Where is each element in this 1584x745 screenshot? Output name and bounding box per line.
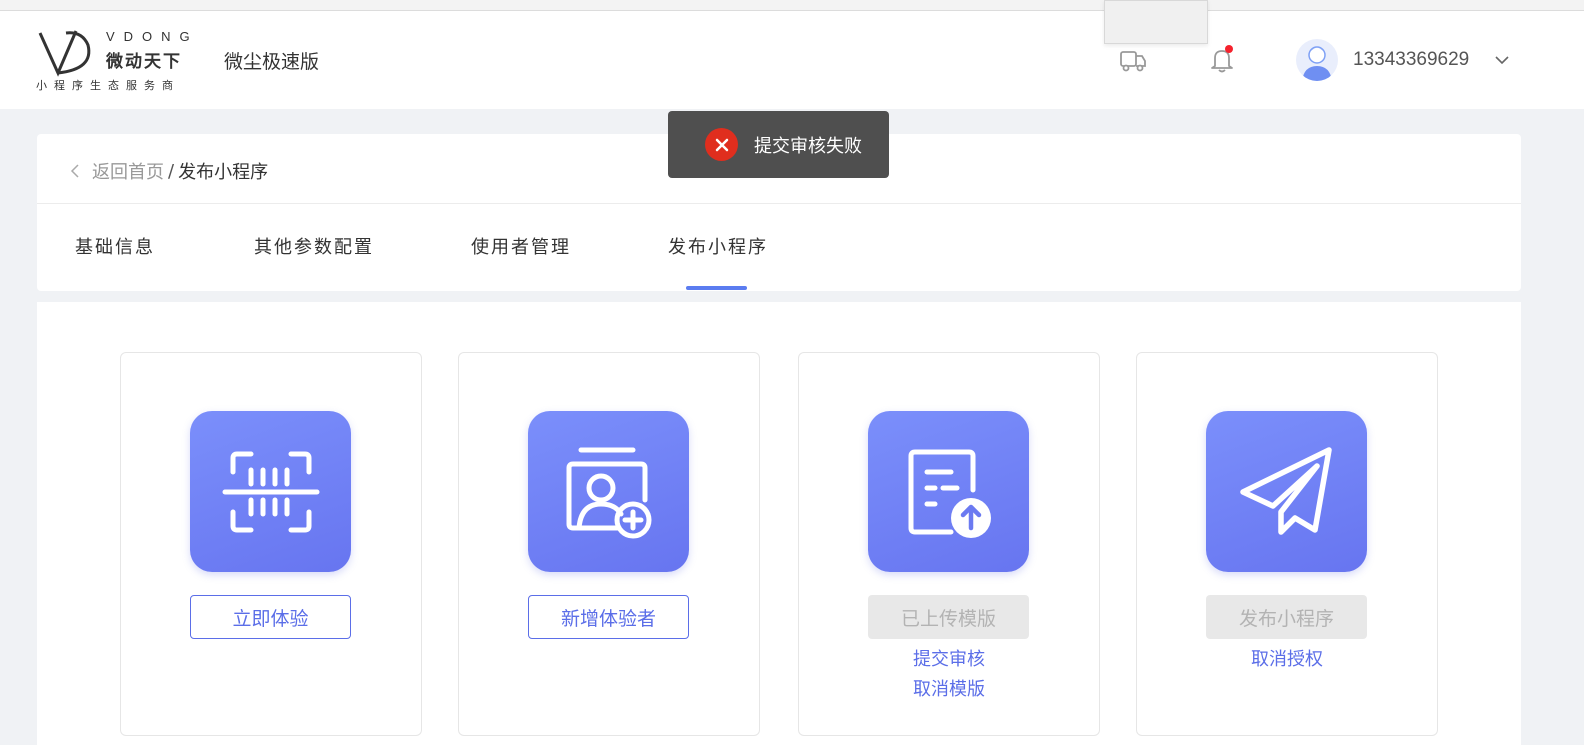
step-icon-tile bbox=[1206, 411, 1367, 572]
upload-document-icon bbox=[908, 449, 991, 538]
step-icon-tile bbox=[868, 411, 1029, 572]
step-card-template: 已上传模版 提交审核 取消模版 bbox=[798, 352, 1100, 736]
breadcrumb-current: 发布小程序 bbox=[178, 162, 269, 183]
step-card-add-tester: 新增体验者 bbox=[458, 352, 760, 736]
delivery-truck-icon[interactable] bbox=[1118, 45, 1148, 75]
cancel-template-link[interactable]: 取消模版 bbox=[799, 675, 1099, 701]
publish-miniprogram-button: 发布小程序 bbox=[1206, 595, 1367, 639]
browser-top-strip bbox=[0, 0, 1584, 11]
chevron-down-icon[interactable] bbox=[1494, 53, 1510, 67]
step-icon-tile bbox=[190, 411, 351, 572]
template-uploaded-button: 已上传模版 bbox=[868, 595, 1029, 639]
logo-tagline-text: 小程序生态服务商 bbox=[36, 79, 180, 92]
user-avatar-icon bbox=[1302, 46, 1332, 81]
vdong-logo[interactable]: VDONG 微动天下 小程序生态服务商 bbox=[36, 27, 196, 93]
tab-user-management[interactable]: 使用者管理 bbox=[471, 233, 571, 259]
toast-message: 提交审核失败 bbox=[754, 135, 862, 157]
step-icon-tile bbox=[528, 411, 689, 572]
step-card-experience: 立即体验 bbox=[120, 352, 422, 736]
tab-publish-miniprogram[interactable]: 发布小程序 bbox=[668, 233, 768, 259]
add-user-icon bbox=[566, 447, 651, 538]
experience-now-button[interactable]: 立即体验 bbox=[190, 595, 351, 639]
notification-bell-icon[interactable] bbox=[1207, 45, 1237, 75]
add-tester-button[interactable]: 新增体验者 bbox=[528, 595, 689, 639]
close-icon bbox=[715, 138, 728, 151]
step-card-publish: 发布小程序 取消授权 bbox=[1136, 352, 1438, 736]
error-circle-icon bbox=[705, 128, 738, 161]
logo-brand-text: 微动天下 bbox=[106, 52, 182, 72]
username[interactable]: 13343369629 bbox=[1353, 49, 1469, 71]
dropdown-popup bbox=[1104, 0, 1208, 44]
active-tab-indicator bbox=[686, 286, 747, 290]
tab-basic-info[interactable]: 基础信息 bbox=[75, 233, 155, 259]
top-header: VDONG 微动天下 小程序生态服务商 微尘极速版 13343369629 bbox=[0, 11, 1584, 109]
breadcrumb-separator: / bbox=[168, 160, 175, 182]
divider bbox=[37, 203, 1521, 204]
chevron-left-icon[interactable] bbox=[68, 163, 82, 179]
cancel-authorization-link[interactable]: 取消授权 bbox=[1137, 645, 1437, 671]
submit-review-link[interactable]: 提交审核 bbox=[799, 645, 1099, 671]
send-plane-icon bbox=[1239, 446, 1332, 535]
error-toast: 提交审核失败 bbox=[668, 111, 889, 178]
avatar[interactable] bbox=[1296, 39, 1338, 81]
breadcrumb-home-link[interactable]: 返回首页 bbox=[92, 158, 164, 184]
breadcrumb: 返回首页 / 发布小程序 bbox=[68, 158, 268, 184]
vdong-logo-mark-icon bbox=[38, 30, 91, 77]
product-name: 微尘极速版 bbox=[224, 51, 320, 73]
tab-other-params[interactable]: 其他参数配置 bbox=[254, 233, 374, 259]
logo-vdong-text: VDONG bbox=[106, 29, 199, 44]
scan-barcode-icon bbox=[222, 451, 319, 532]
